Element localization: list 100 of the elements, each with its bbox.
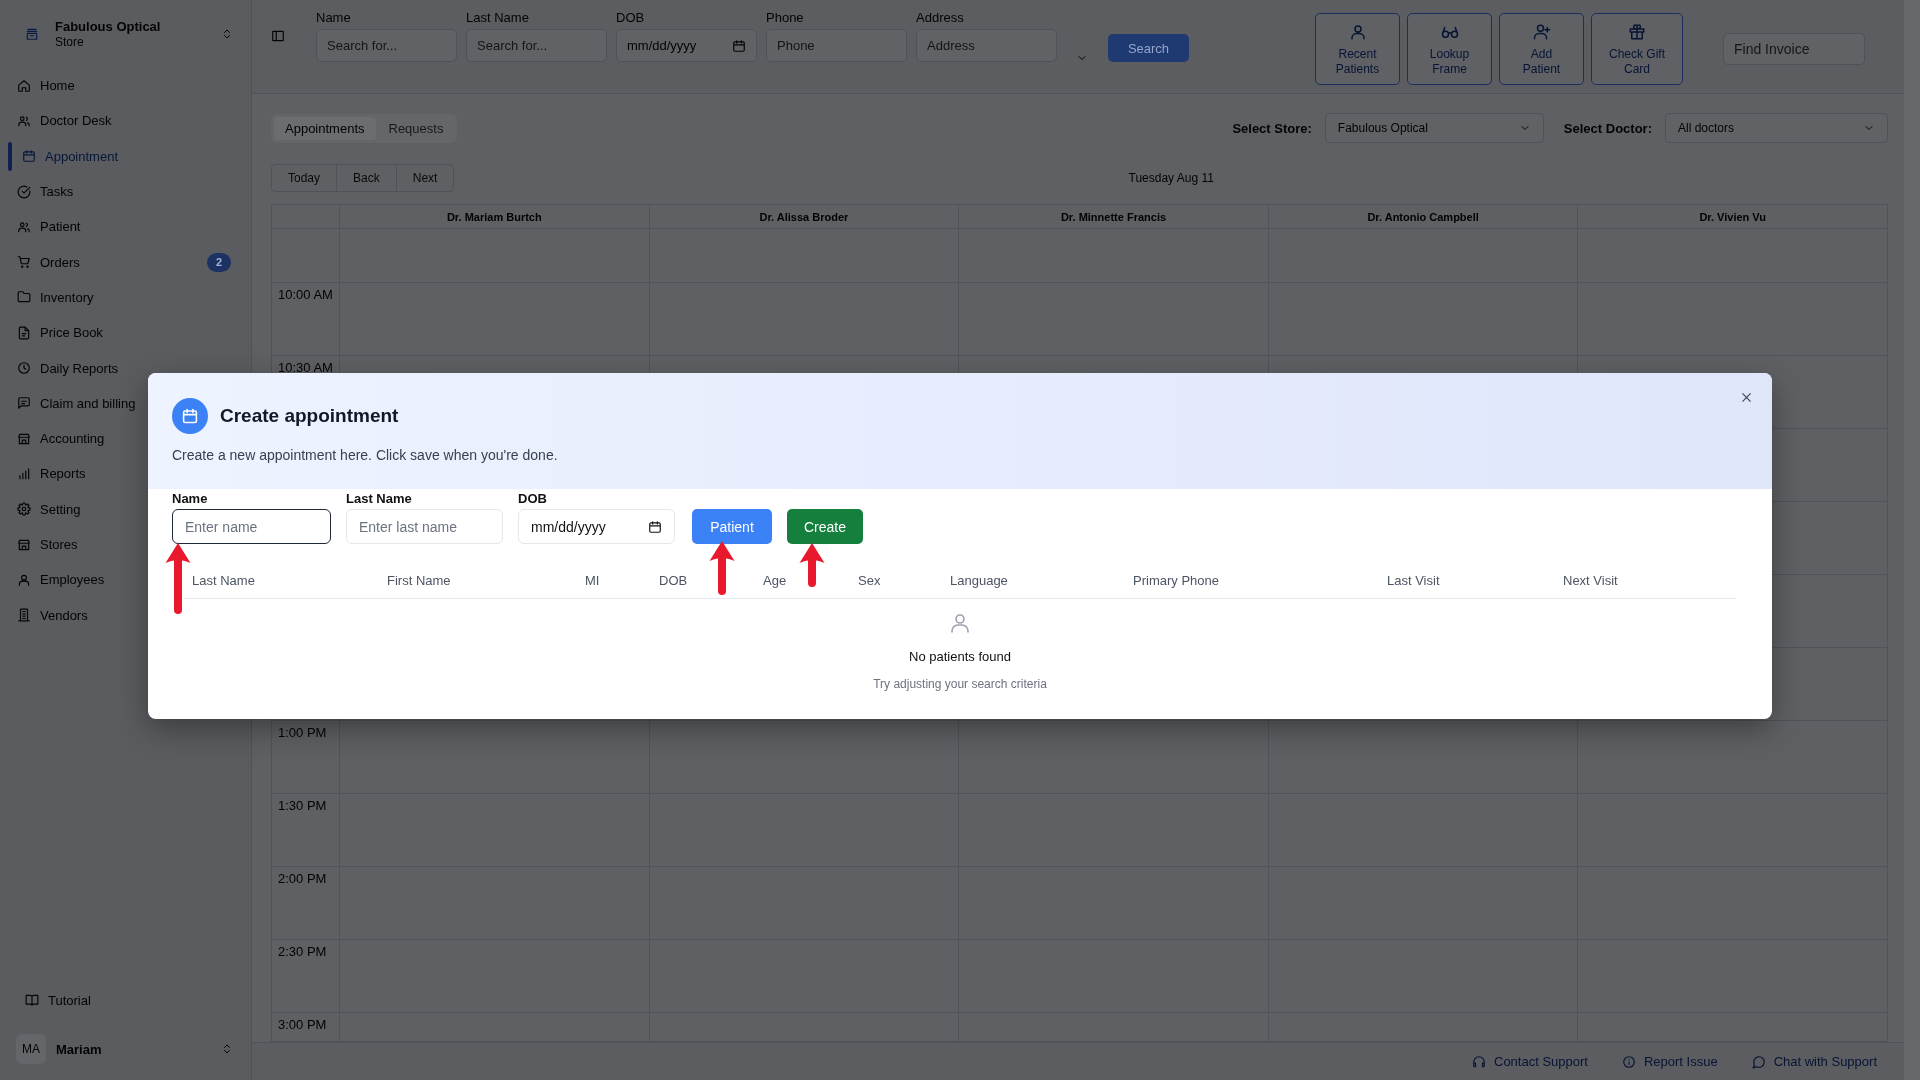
column-header: Last Visit	[1386, 573, 1441, 588]
date-field[interactable]: mm/dd/yyyy	[518, 509, 675, 544]
date-field[interactable]: mm/dd/yyyy	[616, 29, 757, 62]
cart-icon	[17, 255, 31, 270]
home-icon	[17, 78, 31, 93]
user-avatar: MA	[16, 1034, 46, 1064]
calendar-slot[interactable]	[340, 721, 650, 794]
chat-bubble-icon	[1751, 1054, 1766, 1069]
search-field[interactable]: Address	[916, 29, 1057, 62]
search-field[interactable]: Search for...	[316, 29, 457, 62]
calendar-icon	[22, 149, 36, 164]
storefront-icon	[17, 537, 31, 552]
info-icon	[1621, 1054, 1636, 1069]
sidebar-toggle-icon[interactable]	[271, 29, 285, 43]
search-field[interactable]: Search for...	[466, 29, 607, 62]
time-label: 3:00 PM	[278, 1017, 327, 1032]
date-title: Tuesday Aug 11	[1128, 171, 1214, 185]
column-header: Next Visit	[1562, 573, 1619, 588]
tab[interactable]: Appointments	[274, 116, 376, 140]
bar-chart-icon	[17, 466, 31, 481]
calendar-slot[interactable]	[959, 721, 1269, 794]
book-icon	[25, 993, 39, 1007]
nav-item[interactable]: Patient	[8, 209, 243, 245]
count-badge: 2	[207, 252, 231, 272]
select-dropdown[interactable]: Fabulous Optical	[1324, 113, 1544, 143]
settings-icon	[17, 502, 31, 517]
filter-label: Select Doctor:	[1563, 120, 1652, 136]
calendar-slot[interactable]	[649, 721, 960, 794]
nav-item[interactable]: Home	[8, 68, 243, 104]
calendar-nav-button[interactable]: Back	[336, 164, 397, 192]
quick-action-button[interactable]: Add Patient	[1499, 13, 1584, 85]
time-label: 2:30 PM	[278, 944, 327, 959]
tutorial-link[interactable]: Tutorial	[0, 985, 251, 1015]
filter-label: Select Store:	[1232, 120, 1312, 136]
time-label: 10:00 AM	[278, 287, 333, 302]
doctor-name: Dr. Minnette Francis	[1060, 210, 1167, 223]
column-header: Last Name	[191, 573, 256, 588]
calendar-nav-button[interactable]: Today	[271, 164, 338, 192]
footer-link[interactable]: Report Issue	[1621, 1054, 1718, 1069]
nav-item[interactable]: Price Book	[8, 315, 243, 351]
find-invoice-field[interactable]: Find Invoice	[1723, 33, 1865, 65]
calendar-slot[interactable]	[1578, 721, 1888, 794]
text-field[interactable]: Enter name	[172, 509, 331, 544]
nav-item[interactable]: Appointment	[8, 138, 243, 174]
modal-title: Create appointment	[220, 405, 399, 427]
nav-item[interactable]: Daily Reports	[8, 350, 243, 386]
footer-link[interactable]: Contact Support	[1472, 1054, 1588, 1069]
calendar-slot[interactable]	[1268, 721, 1579, 794]
person-icon	[17, 572, 31, 587]
time-label: 1:00 PM	[278, 725, 327, 740]
calendar-icon	[172, 398, 208, 434]
chat-icon	[17, 396, 31, 411]
folder-icon	[17, 290, 31, 305]
gift-icon	[1628, 23, 1646, 41]
field-label: Last Name	[346, 491, 413, 507]
nav-item[interactable]: Orders 2	[8, 244, 243, 280]
create-button[interactable]: Create	[787, 509, 863, 544]
quick-action-button[interactable]: Lookup Frame	[1407, 13, 1492, 85]
storefront-icon	[17, 431, 31, 446]
search-button[interactable]: Search	[1108, 34, 1189, 62]
doctor-name: Dr. Alissa Broder	[759, 210, 849, 223]
building-icon	[17, 608, 31, 623]
chevron-up-down-icon[interactable]	[221, 28, 233, 40]
field-label: DOB	[518, 491, 548, 507]
column-header: First Name	[386, 573, 452, 588]
clock-icon	[17, 361, 31, 375]
time-label: 10:30 AM	[278, 360, 333, 375]
person-icon	[1348, 23, 1367, 41]
column-header: Sex	[857, 573, 882, 588]
calendar-nav-button[interactable]: Next	[395, 164, 455, 192]
nav-item[interactable]: Vendors	[8, 597, 243, 633]
nav-item[interactable]: Doctor Desk	[8, 103, 243, 139]
time-label: 2:00 PM	[278, 871, 327, 886]
field-label: Name	[316, 10, 352, 26]
field-label: DOB	[616, 10, 646, 26]
column-header: Language	[949, 573, 1009, 588]
select-dropdown[interactable]: All doctors	[1665, 113, 1888, 143]
person-icon	[948, 611, 972, 635]
quick-action-button[interactable]: Check Gift Card	[1591, 13, 1683, 85]
annotation-arrow	[165, 543, 191, 614]
quick-action-button[interactable]: Recent Patients	[1315, 13, 1400, 85]
document-icon	[17, 325, 31, 340]
nav-item[interactable]: Tasks	[8, 173, 243, 210]
search-field[interactable]: Phone	[766, 29, 907, 62]
empty-state-title: No patients found	[909, 649, 1011, 665]
nav-item[interactable]: Inventory	[8, 279, 243, 316]
add-person-icon	[1532, 23, 1551, 41]
footer-link[interactable]: Chat with Support	[1751, 1054, 1877, 1069]
column-header: Age	[762, 573, 788, 588]
tab[interactable]: Requests	[377, 116, 455, 140]
annotation-arrow	[799, 543, 825, 587]
calendar-icon	[732, 38, 746, 53]
close-icon[interactable]	[1740, 391, 1753, 404]
field-label: Last Name	[466, 10, 530, 26]
patient-button[interactable]: Patient	[692, 509, 772, 544]
headset-icon	[1472, 1054, 1486, 1069]
annotation-arrow	[709, 541, 735, 595]
doctor-name: Dr. Mariam Burtch	[446, 210, 542, 223]
people-icon	[17, 113, 31, 128]
chevron-up-down-icon[interactable]	[221, 1043, 233, 1055]
